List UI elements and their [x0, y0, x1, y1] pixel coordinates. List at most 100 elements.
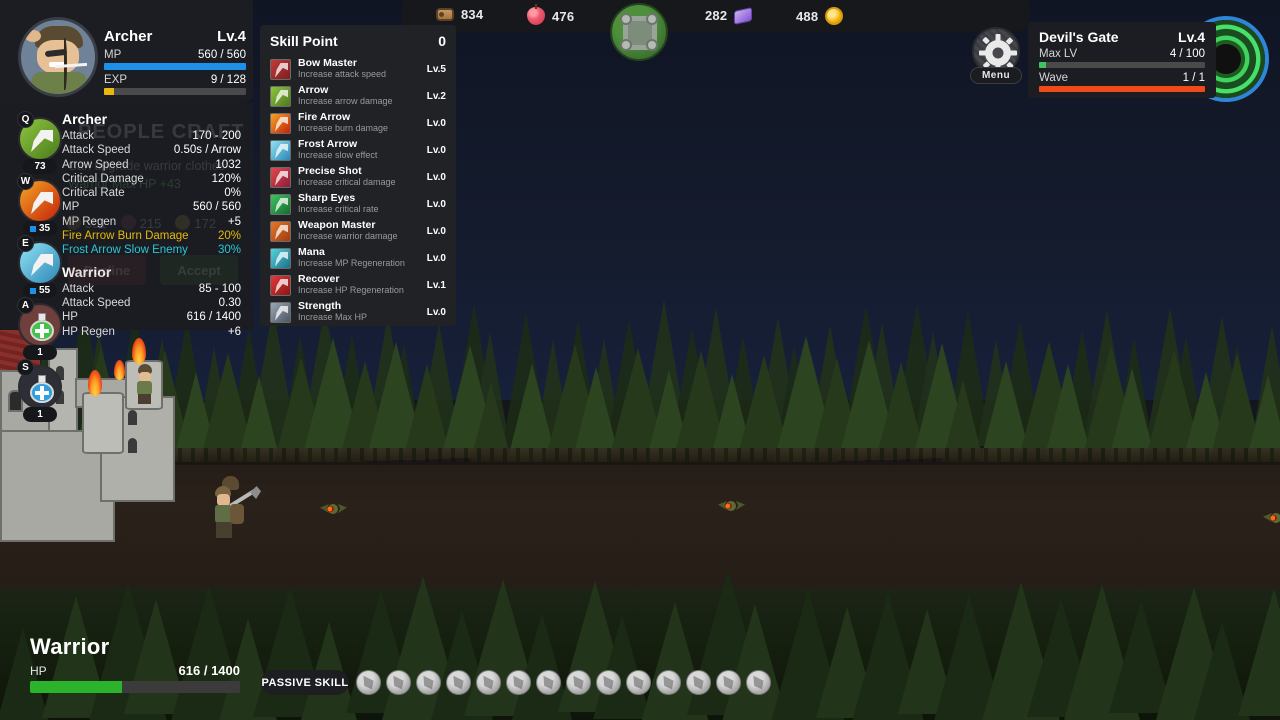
- warrior-stat-key: HP: [62, 311, 78, 324]
- bat-passive-icon[interactable]: [506, 670, 531, 695]
- skill-name: Bow Master: [298, 57, 357, 69]
- coin-passive-icon[interactable]: [746, 670, 771, 695]
- sharp-eyes-icon: [270, 193, 291, 215]
- archer-stat-row: Attack 170 - 200: [62, 129, 241, 143]
- skill-level: Lv.2: [426, 90, 446, 102]
- archer-stat-key: Arrow Speed: [62, 158, 129, 171]
- hotkey-cost-value: 35: [38, 223, 51, 234]
- skill-description: Increase warrior damage: [298, 231, 398, 241]
- hotkey-key-label: Q: [17, 111, 34, 128]
- skill-name: Recover: [298, 273, 340, 285]
- hotkey-cost-value: 1: [37, 347, 43, 358]
- gate-portal-icon[interactable]: [610, 3, 668, 61]
- archer-mp-label: MP: [104, 49, 122, 61]
- archer-stat-value: 20%: [217, 230, 241, 243]
- skill-text: Fire Arrow Increase burn damage: [298, 112, 420, 134]
- skill-text: Arrow Increase arrow damage: [298, 85, 420, 107]
- strength-icon: [270, 301, 291, 323]
- coin-icon: [825, 7, 844, 25]
- skill-item[interactable]: Frost Arrow Increase slow effect Lv.0: [270, 137, 446, 163]
- blade-passive-icon[interactable]: [476, 670, 501, 695]
- skill-name: Weapon Master: [298, 219, 376, 231]
- armor-passive-icon[interactable]: [716, 670, 741, 695]
- stage-wave-bar: [1039, 86, 1205, 92]
- fire-arrow-icon: [270, 112, 291, 134]
- skill-description: Increase burn damage: [298, 123, 389, 133]
- archer-stat-value: 30%: [217, 244, 241, 257]
- claw-passive-icon[interactable]: [686, 670, 711, 695]
- skill-item[interactable]: Strength Increase Max HP Lv.0: [270, 299, 446, 325]
- resource-gem: 282: [705, 7, 753, 25]
- stats-warrior-title: Warrior: [62, 263, 112, 280]
- skill-item[interactable]: Recover Increase HP Regeneration Lv.1: [270, 272, 446, 298]
- hotkey-a[interactable]: A1: [17, 297, 62, 360]
- star-passive-icon[interactable]: [536, 670, 561, 695]
- skill-level: Lv.0: [426, 117, 446, 129]
- hotkey-w[interactable]: W 35: [17, 173, 62, 236]
- stage-wave-value: 1 / 1: [1182, 72, 1205, 84]
- skill-level: Lv.5: [426, 63, 446, 75]
- skill-description: Increase critical damage: [298, 177, 396, 187]
- hotkey-key-label: S: [17, 359, 34, 376]
- pillar-passive-icon[interactable]: [596, 670, 621, 695]
- archer-stat-key: Critical Damage: [62, 172, 144, 185]
- archer-stat-key: MP: [62, 201, 80, 214]
- skill-name: Mana: [298, 246, 325, 258]
- stats-warrior-rows: Attack 85 - 100 Attack Speed 0.30 HP 616 / 14…: [62, 282, 241, 339]
- pine-tree: [1238, 589, 1280, 716]
- mana-icon: [270, 247, 291, 269]
- shield-passive-icon[interactable]: [656, 670, 681, 695]
- archer-stat-key: Attack: [62, 130, 94, 142]
- hotkey-cost: 73: [23, 159, 57, 174]
- warrior-stat-row: HP 616 / 1400: [62, 310, 241, 324]
- skill-text: Weapon Master Increase warrior damage: [298, 220, 420, 242]
- frost-arrow-skill-icon: [31, 254, 53, 276]
- skill-level: Lv.0: [426, 225, 446, 237]
- passive-skill-label: PASSIVE SKILL: [261, 670, 349, 695]
- warrior-hp-value: 616 / 1400: [178, 663, 240, 678]
- resource-wood-value: 834: [461, 7, 484, 22]
- bow-passive-icon[interactable]: [356, 670, 381, 695]
- weapon-master-icon: [270, 220, 291, 242]
- skill-item[interactable]: Precise Shot Increase critical damage Lv.0: [270, 164, 446, 190]
- bat-enemy: [322, 503, 347, 515]
- hotkey-cost: 35: [23, 221, 57, 236]
- warrior-stat-row: Attack 85 - 100: [62, 282, 241, 296]
- warrior-stat-key: HP Regen: [62, 325, 115, 338]
- skill-item[interactable]: Bow Master Increase attack speed Lv.5: [270, 56, 446, 82]
- stage-name: Devil's Gate: [1039, 29, 1119, 45]
- archer-stat-key: Frost Arrow Slow Enemy: [62, 244, 188, 257]
- eye-passive-icon[interactable]: [566, 670, 591, 695]
- stage-info-panel: Devil's Gate Lv.4 Max LV 4 / 100 Wave 1 …: [1028, 22, 1216, 98]
- fire-passive-icon[interactable]: [446, 670, 471, 695]
- hotkey-e[interactable]: E 55: [17, 235, 62, 298]
- warrior-stat-value: 85 - 100: [198, 282, 241, 295]
- skill-description: Increase critical rate: [298, 204, 379, 214]
- archer-stat-key: Attack Speed: [62, 144, 131, 157]
- archer-stat-row: Arrow Speed 1032: [62, 158, 241, 172]
- cross-passive-icon[interactable]: [626, 670, 651, 695]
- warrior-stat-value: 0.30: [218, 296, 241, 309]
- hotkey-q[interactable]: Q 73: [17, 111, 62, 174]
- archer-mp-value: 560 / 560: [198, 49, 246, 61]
- skill-item[interactable]: Mana Increase MP Regeneration Lv.0: [270, 245, 446, 271]
- skill-item[interactable]: Sharp Eyes Increase critical rate Lv.0: [270, 191, 446, 217]
- hotkey-s[interactable]: S1: [17, 359, 62, 422]
- hotkey-cost-value: 1: [37, 409, 43, 420]
- skill-name: Arrow: [298, 84, 329, 96]
- resource-food: 476: [527, 4, 574, 25]
- arrow-passive-icon[interactable]: [386, 670, 411, 695]
- skill-description: Increase HP Regeneration: [298, 285, 404, 295]
- stage-maxlv-value: 4 / 100: [1169, 48, 1205, 60]
- skill-item[interactable]: Fire Arrow Increase burn damage Lv.0: [270, 110, 446, 136]
- skill-item[interactable]: Arrow Increase arrow damage Lv.2: [270, 83, 446, 109]
- skill-point-header: Skill Point 0: [270, 33, 446, 49]
- archer-stat-value: 0%: [224, 187, 241, 200]
- helmet-passive-icon[interactable]: [416, 670, 441, 695]
- warrior-hud-name: Warrior: [30, 634, 110, 659]
- stats-archer-title: Archer: [62, 111, 108, 127]
- menu-button[interactable]: Menu: [970, 27, 1022, 84]
- skill-point-panel: Skill Point 0 Bow Master Increase attack …: [260, 25, 456, 326]
- skill-item[interactable]: Weapon Master Increase warrior damage Lv.0: [270, 218, 446, 244]
- skill-level: Lv.0: [426, 306, 446, 318]
